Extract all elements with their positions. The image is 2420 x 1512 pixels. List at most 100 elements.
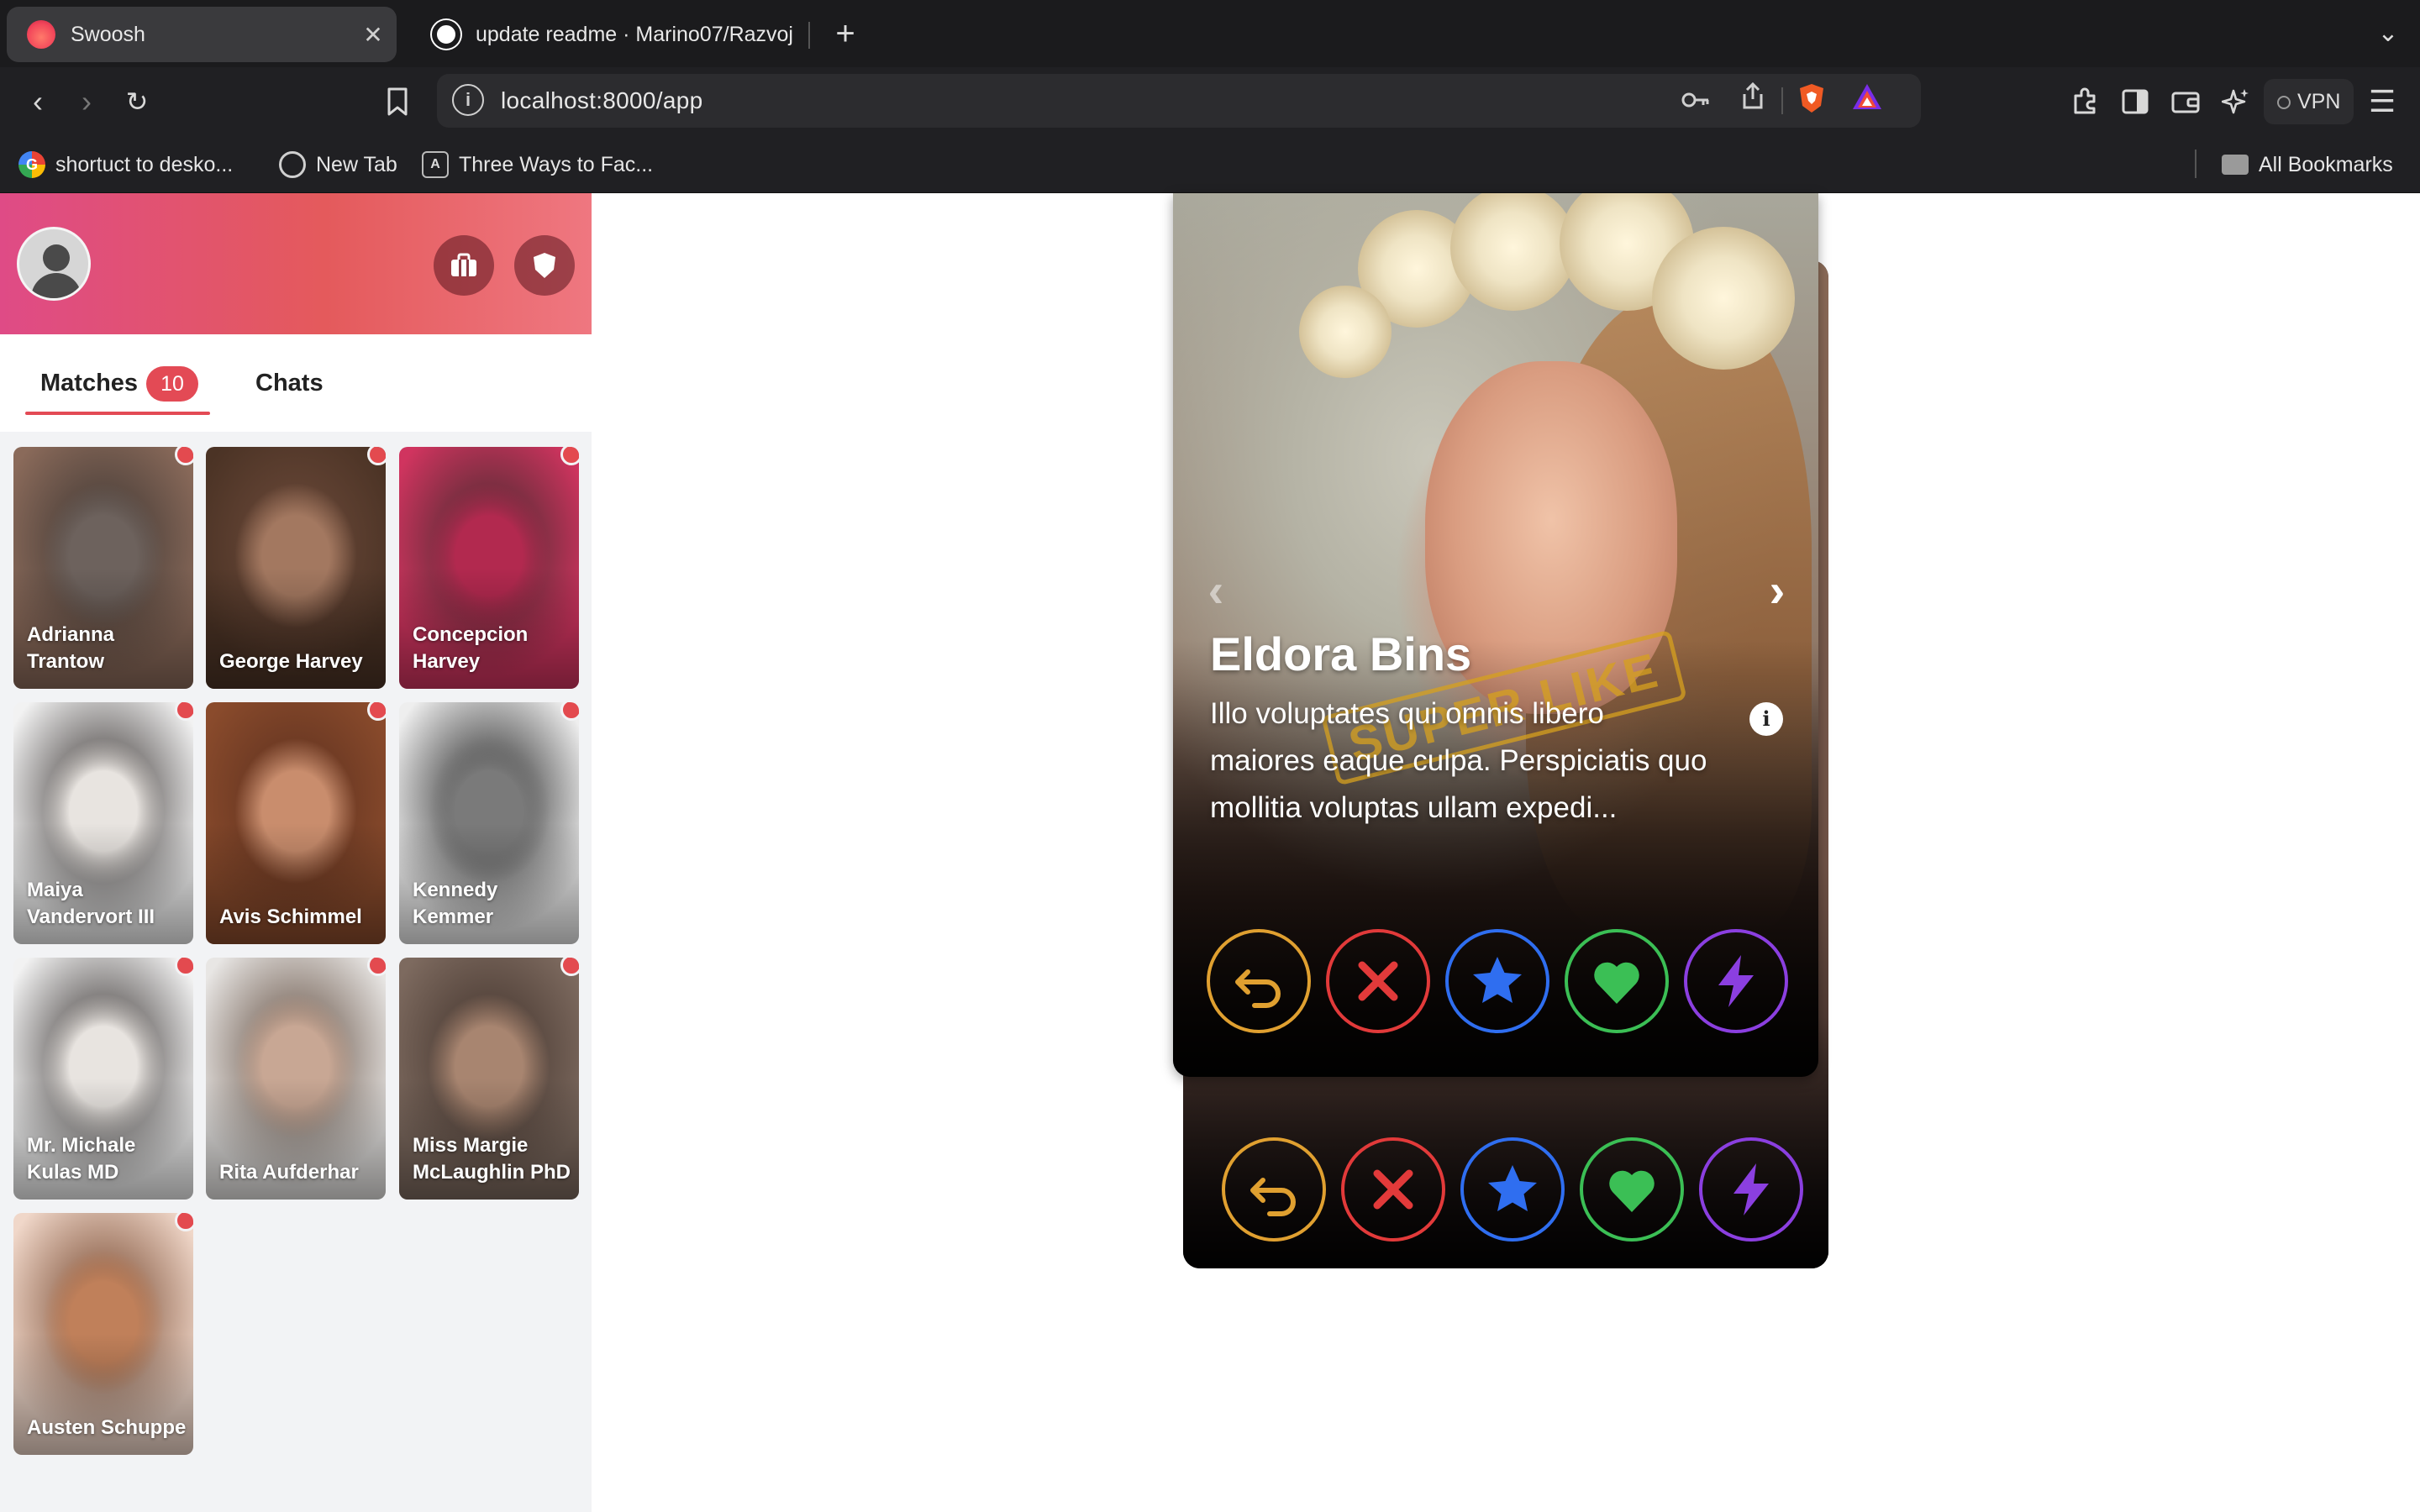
back-button[interactable]: ‹	[15, 79, 60, 124]
match-card[interactable]: Adrianna Trantow	[13, 447, 193, 689]
vpn-button[interactable]: VPN	[2264, 79, 2354, 124]
browser-tab-bar: Swoosh ✕ update readme · Marino07/Razvoj…	[0, 0, 2420, 67]
bookmark-label: shortuct to desko...	[55, 152, 234, 176]
like-button[interactable]	[1565, 929, 1669, 1033]
close-tab-icon[interactable]: ✕	[356, 21, 390, 49]
new-tab-button[interactable]: +	[822, 12, 869, 59]
active-tab-indicator	[25, 412, 210, 415]
vpn-status-icon	[2277, 96, 2291, 109]
brave-shields-icon[interactable]	[1793, 82, 1830, 119]
next-photo-arrow-icon[interactable]: ›	[1756, 567, 1798, 614]
like-button[interactable]	[1580, 1137, 1684, 1242]
match-card[interactable]: Maiya Vandervort III	[13, 702, 193, 944]
tab-divider	[808, 22, 810, 49]
match-card[interactable]: Austen Schuppe	[13, 1213, 193, 1455]
match-name: Austen Schuppe	[27, 1416, 187, 1439]
bookmark-label: Three Ways to Fac...	[459, 152, 654, 176]
forward-button[interactable]: ›	[64, 79, 109, 124]
wallet-icon[interactable]	[2163, 79, 2208, 124]
address-bar[interactable]: i localhost:8000/app	[437, 74, 1921, 128]
action-bar	[1207, 929, 1788, 1033]
undo-icon	[1235, 969, 1281, 1008]
google-icon: G	[18, 151, 45, 178]
profile-name: Eldora Bins	[1210, 627, 1472, 680]
rewind-button[interactable]	[1222, 1137, 1326, 1242]
match-card[interactable]: Kennedy Kemmer	[399, 702, 579, 944]
sidebar-tabs: Matches 10 Chats	[0, 334, 592, 432]
prev-photo-arrow-icon[interactable]: ‹	[1195, 567, 1237, 614]
bookmarks-bar: G shortuct to desko... New Tab A Three W…	[0, 136, 2420, 193]
match-card[interactable]: Mr. Michale Kulas MD	[13, 958, 193, 1200]
profile-bio: Illo voluptates qui omnis libero maiores…	[1210, 697, 1707, 824]
match-card[interactable]: George Harvey	[206, 447, 386, 689]
profile-card[interactable]: ‹ › SUPER LIKE Eldora Bins Illo voluptat…	[1173, 193, 1818, 1077]
key-icon[interactable]	[1677, 82, 1714, 119]
rewind-button[interactable]	[1207, 929, 1311, 1033]
tab-github[interactable]: update readme · Marino07/Razvoj	[412, 7, 798, 62]
match-name: Rita Aufderhar	[219, 1161, 359, 1184]
lightning-icon	[1718, 955, 1754, 1007]
bookmark-item[interactable]: G shortuct to desko...	[18, 148, 233, 181]
bookmarks-divider	[2195, 150, 2196, 178]
all-bookmarks-label: All Bookmarks	[2259, 152, 2393, 176]
site-info-icon[interactable]: i	[452, 84, 484, 116]
heart-icon	[1609, 1170, 1655, 1212]
url-text[interactable]: localhost:8000/app	[501, 87, 702, 114]
boost-button[interactable]	[1684, 929, 1788, 1033]
vpn-label: VPN	[2297, 90, 2341, 113]
matches-count-badge: 10	[146, 366, 198, 402]
match-card[interactable]: Avis Schimmel	[206, 702, 386, 944]
share-icon[interactable]	[1734, 81, 1771, 119]
tab-title: update readme · Marino07/Razvoj	[476, 22, 793, 46]
close-x-icon	[1358, 961, 1398, 1001]
star-icon	[1473, 957, 1522, 1003]
nope-button[interactable]	[1326, 929, 1430, 1033]
nope-button[interactable]	[1341, 1137, 1445, 1242]
match-card[interactable]: Miss Margie McLaughlin PhD	[399, 958, 579, 1200]
match-name: Miss Margie McLaughlin PhD	[413, 1134, 571, 1184]
avatar[interactable]	[17, 227, 91, 301]
work-mode-button[interactable]	[434, 235, 494, 296]
match-name: Kennedy Kemmer	[413, 879, 498, 928]
urlbar-divider	[1781, 87, 1783, 114]
tab-search-chevron-icon[interactable]: ⌄	[2368, 13, 2408, 54]
leo-ai-icon[interactable]	[2213, 79, 2259, 124]
boost-button[interactable]	[1699, 1137, 1803, 1242]
flame-icon	[27, 20, 55, 49]
all-bookmarks-button[interactable]: All Bookmarks	[2222, 148, 2393, 181]
flower-detail	[1652, 227, 1795, 370]
bookmark-page-button[interactable]	[375, 79, 420, 124]
flower-detail	[1299, 286, 1392, 378]
tab-swoosh[interactable]: Swoosh ✕	[7, 7, 397, 62]
match-name: Concepcion Harvey	[413, 623, 529, 673]
folder-icon	[2222, 155, 2249, 175]
match-name: Avis Schimmel	[219, 906, 362, 928]
angular-icon: A	[422, 151, 449, 178]
main-menu-icon[interactable]: ☰	[2360, 79, 2405, 124]
undo-icon	[1250, 1178, 1296, 1216]
superlike-button[interactable]	[1460, 1137, 1565, 1242]
match-name: Adrianna Trantow	[27, 623, 115, 673]
bookmark-icon	[387, 87, 408, 116]
extensions-icon[interactable]	[2062, 79, 2107, 124]
superlike-button[interactable]	[1445, 929, 1549, 1033]
sidebar-header	[0, 193, 592, 334]
match-card[interactable]: Rita Aufderhar	[206, 958, 386, 1200]
user-avatar-icon	[31, 244, 82, 298]
tab-chats[interactable]: Chats	[255, 370, 324, 397]
bookmark-item[interactable]: New Tab	[279, 148, 397, 181]
sidebar-toggle-icon[interactable]	[2112, 79, 2158, 124]
reload-button[interactable]: ↻	[114, 79, 160, 124]
browser-toolbar: ‹ › ↻ i localhost:8000/app VPN ☰	[0, 67, 2420, 136]
lightning-icon	[1733, 1163, 1769, 1215]
heart-icon	[1594, 962, 1639, 1004]
tab-title: Swoosh	[71, 22, 145, 46]
brave-rewards-icon[interactable]	[1849, 82, 1886, 119]
safety-button[interactable]	[514, 235, 575, 296]
briefcase-icon	[451, 253, 476, 276]
match-card[interactable]: Concepcion Harvey	[399, 447, 579, 689]
tab-matches-label: Matches	[40, 370, 139, 396]
info-icon[interactable]: i	[1749, 702, 1783, 736]
tab-matches[interactable]: Matches 10	[25, 365, 210, 415]
bookmark-item[interactable]: A Three Ways to Fac...	[422, 148, 653, 181]
